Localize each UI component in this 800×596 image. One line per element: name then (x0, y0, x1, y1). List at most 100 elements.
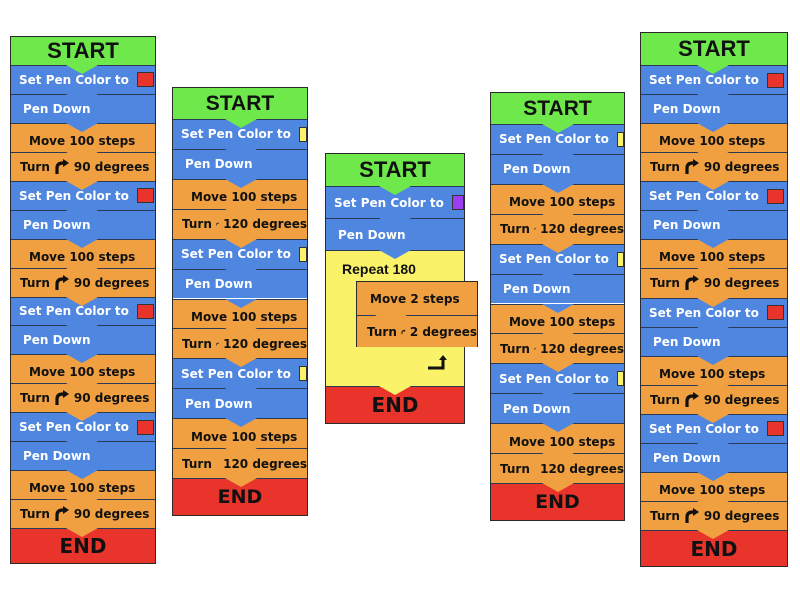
move-block[interactable]: Move 100 steps (641, 471, 787, 501)
turn-block[interactable]: Turn 120 degrees (173, 328, 307, 359)
color-swatch[interactable] (766, 188, 784, 204)
turn-block[interactable]: Turn 90 degrees (11, 383, 155, 413)
pen-down-block[interactable]: Pen Down (641, 326, 787, 356)
color-swatch[interactable] (298, 126, 307, 142)
end-block[interactable]: END (491, 483, 624, 520)
move-block[interactable]: Move 100 steps (11, 354, 155, 384)
pen-down-block[interactable]: Pen Down (173, 148, 307, 179)
color-swatch[interactable] (766, 421, 784, 437)
move-block[interactable]: Move 100 steps (491, 183, 624, 214)
move-block[interactable]: Move 100 steps (491, 303, 624, 334)
end-label: END (59, 534, 107, 558)
move-block[interactable]: Move 100 steps (641, 239, 787, 269)
move-block[interactable]: Move 100 steps (11, 122, 155, 152)
set-pen-color-block[interactable]: Set Pen Color to (326, 186, 464, 218)
connector-notch (542, 423, 575, 433)
set-pen-color-block[interactable]: Set Pen Color to (11, 412, 155, 442)
set-pen-color-block[interactable]: Set Pen Color to (173, 358, 307, 389)
set-pen-color-block[interactable]: Set Pen Color to (11, 296, 155, 326)
color-swatch[interactable] (616, 251, 624, 267)
repeat-block[interactable]: Repeat 180 Move 2 steps Turn 2 degrees (326, 250, 478, 386)
color-swatch[interactable] (766, 305, 784, 321)
connector-notch (224, 208, 257, 218)
pen-down-block[interactable]: Pen Down (11, 325, 155, 355)
color-swatch[interactable] (136, 419, 154, 435)
turn-right-arrow-icon (216, 342, 219, 346)
set-pen-color-block[interactable]: Set Pen Color to (173, 238, 307, 269)
end-block[interactable]: END (11, 528, 155, 563)
connector-notch (542, 183, 575, 193)
end-block[interactable]: END (326, 386, 464, 423)
turn-block[interactable]: Turn 120 degrees (491, 333, 624, 364)
move-block[interactable]: Move 100 steps (173, 178, 307, 209)
pen-down-block[interactable]: Pen Down (641, 94, 787, 124)
start-block[interactable]: START (173, 88, 307, 119)
connector-notch (66, 65, 99, 74)
turn-block[interactable]: Turn 90 degrees (11, 151, 155, 181)
pen-down-block[interactable]: Pen Down (641, 442, 787, 472)
set-pen-color-block[interactable]: Set Pen Color to (491, 124, 624, 154)
move-block[interactable]: Move 2 steps (357, 282, 477, 315)
start-block[interactable]: START (11, 37, 155, 65)
color-swatch[interactable] (451, 195, 464, 210)
set-pen-color-block[interactable]: Set Pen Color to (641, 65, 787, 95)
turn-block[interactable]: Turn 2 degrees (357, 315, 477, 347)
move-block[interactable]: Move 100 steps (641, 355, 787, 385)
start-label: START (47, 38, 119, 63)
turn-block[interactable]: Turn 90 degrees (11, 267, 155, 297)
set-pen-color-block[interactable]: Set Pen Color to (491, 363, 624, 394)
turn-block[interactable]: Turn 90 degrees (641, 268, 787, 298)
move-block[interactable]: Move 100 steps (11, 470, 155, 500)
pen-down-block[interactable]: Pen Down (11, 93, 155, 123)
connector-notch (697, 500, 730, 510)
color-swatch[interactable] (136, 303, 154, 319)
move-block[interactable]: Move 100 steps (11, 238, 155, 268)
pen-down-block[interactable]: Pen Down (173, 388, 307, 419)
turn-block[interactable]: Turn 90 degrees (641, 500, 787, 530)
connector-notch (66, 412, 99, 422)
set-pen-color-block[interactable]: Set Pen Color to (11, 65, 155, 94)
color-swatch[interactable] (616, 371, 624, 387)
start-block[interactable]: START (326, 154, 464, 186)
move-block[interactable]: Move 100 steps (641, 123, 787, 153)
move-block[interactable]: Move 100 steps (491, 423, 624, 454)
start-block[interactable]: START (641, 33, 787, 65)
pen-down-block[interactable]: Pen Down (641, 210, 787, 240)
turn-block[interactable]: Turn 120 degrees (491, 213, 624, 244)
move-block[interactable]: Move 100 steps (173, 298, 307, 329)
turn-block[interactable]: Turn 90 degrees (641, 384, 787, 414)
pen-down-block[interactable]: Pen Down (11, 441, 155, 471)
set-pen-color-block[interactable]: Set Pen Color to (641, 181, 787, 211)
pen-down-block[interactable]: Pen Down (11, 209, 155, 239)
end-block[interactable]: END (641, 530, 787, 566)
turn-block[interactable]: Turn 120 degrees (491, 453, 624, 483)
color-swatch[interactable] (616, 131, 624, 147)
pen-down-block[interactable]: Pen Down (491, 393, 624, 424)
start-block[interactable]: START (491, 93, 624, 124)
turn-block[interactable]: Turn 120 degrees (173, 208, 307, 239)
connector-notch (542, 153, 575, 163)
degrees-label: 90 degrees (703, 392, 780, 407)
color-swatch[interactable] (298, 246, 307, 262)
turn-block[interactable]: Turn 120 degrees (173, 448, 307, 478)
color-swatch[interactable] (136, 188, 154, 204)
color-swatch[interactable] (136, 72, 154, 88)
move-block[interactable]: Move 100 steps (173, 418, 307, 449)
pen-down-block[interactable]: Pen Down (173, 268, 307, 299)
set-pen-color-block[interactable]: Set Pen Color to (641, 297, 787, 327)
set-pen-color-block[interactable]: Set Pen Color to (491, 243, 624, 274)
color-swatch[interactable] (766, 72, 784, 88)
degrees-label: 90 degrees (73, 275, 150, 290)
turn-block[interactable]: Turn 90 degrees (641, 152, 787, 182)
connector-notch (542, 393, 575, 403)
color-swatch[interactable] (298, 366, 307, 382)
pen-down-block[interactable]: Pen Down (326, 218, 464, 250)
end-block[interactable]: END (173, 478, 307, 515)
pen-down-block[interactable]: Pen Down (491, 273, 624, 304)
set-pen-color-block[interactable]: Set Pen Color to (11, 180, 155, 210)
set-pen-color-block[interactable]: Set Pen Color to (173, 119, 307, 149)
turn-block[interactable]: Turn 90 degrees (11, 499, 155, 528)
connector-notch (224, 478, 257, 487)
pen-down-block[interactable]: Pen Down (491, 153, 624, 184)
set-pen-color-block[interactable]: Set Pen Color to (641, 413, 787, 443)
